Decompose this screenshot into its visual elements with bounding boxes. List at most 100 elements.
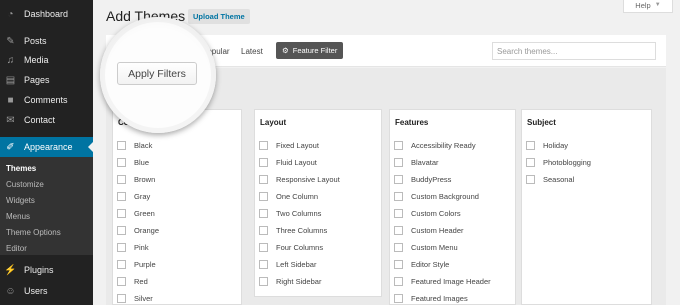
checkbox[interactable]: [259, 175, 268, 184]
filter-group-colors: Colors Black Blue Brown Gray Green Orang…: [112, 109, 242, 305]
filter-option[interactable]: Two Columns: [259, 209, 321, 218]
checkbox[interactable]: [394, 294, 403, 303]
sidebar-item-contact[interactable]: ✉ Contact: [0, 110, 93, 130]
tab-latest[interactable]: Latest: [241, 47, 263, 56]
group-title: Features: [395, 118, 429, 127]
filter-option[interactable]: Blue: [117, 158, 149, 167]
sidebar-item-pages[interactable]: ▤ Pages: [0, 70, 93, 90]
filter-option[interactable]: Right Sidebar: [259, 277, 321, 286]
checkbox[interactable]: [394, 175, 403, 184]
checkbox[interactable]: [117, 192, 126, 201]
sidebar-item-label: Media: [24, 55, 49, 65]
checkbox[interactable]: [394, 209, 403, 218]
filter-option[interactable]: Custom Background: [394, 192, 479, 201]
dashboard-icon: ◔: [7, 8, 14, 20]
apply-filters-button[interactable]: Apply Filters: [117, 62, 197, 85]
checkbox[interactable]: [117, 243, 126, 252]
checkbox[interactable]: [259, 226, 268, 235]
filter-option[interactable]: BuddyPress: [394, 175, 451, 184]
filter-option[interactable]: Featured Image Header: [394, 277, 491, 286]
checkbox[interactable]: [394, 192, 403, 201]
filter-option[interactable]: Pink: [117, 243, 149, 252]
checkbox[interactable]: [117, 175, 126, 184]
filter-option[interactable]: Custom Menu: [394, 243, 458, 252]
filter-option[interactable]: Accessibility Ready: [394, 141, 476, 150]
checkbox[interactable]: [394, 141, 403, 150]
upload-theme-button[interactable]: Upload Theme: [188, 9, 250, 24]
checkbox[interactable]: [394, 243, 403, 252]
filter-option[interactable]: Custom Colors: [394, 209, 461, 218]
checkbox[interactable]: [117, 141, 126, 150]
option-label: Blue: [134, 158, 150, 167]
checkbox[interactable]: [394, 277, 403, 286]
checkbox[interactable]: [117, 209, 126, 218]
submenu-item-widgets[interactable]: Widgets: [6, 196, 35, 205]
sidebar-item-appearance[interactable]: ✐ Appearance: [0, 137, 94, 157]
checkbox[interactable]: [117, 277, 126, 286]
filter-option[interactable]: Responsive Layout: [259, 175, 340, 184]
filter-option[interactable]: Photoblogging: [526, 158, 591, 167]
sidebar-item-comments[interactable]: ■ Comments: [0, 90, 93, 110]
filter-option[interactable]: Green: [117, 209, 155, 218]
magnifier-callout: Apply Filters: [100, 17, 216, 133]
filter-group-features: Features Accessibility Ready Blavatar Bu…: [389, 109, 516, 305]
feature-filter-button[interactable]: ⚙ Feature Filter: [276, 42, 344, 59]
submenu-item-menus[interactable]: Menus: [6, 212, 30, 221]
checkbox[interactable]: [259, 158, 268, 167]
checkbox[interactable]: [117, 294, 126, 303]
filter-option[interactable]: Three Columns: [259, 226, 327, 235]
checkbox[interactable]: [259, 209, 268, 218]
filter-option[interactable]: Four Columns: [259, 243, 323, 252]
checkbox[interactable]: [117, 226, 126, 235]
filter-option[interactable]: Fixed Layout: [259, 141, 319, 150]
filter-option[interactable]: Editor Style: [394, 260, 449, 269]
filter-option[interactable]: Purple: [117, 260, 156, 269]
checkbox[interactable]: [526, 141, 535, 150]
filter-option[interactable]: Seasonal: [526, 175, 574, 184]
checkbox[interactable]: [259, 141, 268, 150]
filter-option[interactable]: Left Sidebar: [259, 260, 316, 269]
checkbox[interactable]: [259, 260, 268, 269]
filter-option[interactable]: Featured Images: [394, 294, 468, 303]
option-label: Fixed Layout: [276, 141, 319, 150]
option-label: Left Sidebar: [276, 260, 317, 269]
checkbox[interactable]: [394, 226, 403, 235]
filter-option[interactable]: Silver: [117, 294, 153, 303]
option-label: Custom Background: [411, 192, 479, 201]
submenu-item-editor[interactable]: Editor: [6, 244, 27, 253]
checkbox[interactable]: [259, 277, 268, 286]
checkbox[interactable]: [526, 175, 535, 184]
filter-option[interactable]: One Column: [259, 192, 318, 201]
search-input[interactable]: Search themes...: [492, 42, 656, 60]
filter-option[interactable]: Brown: [117, 175, 155, 184]
sidebar-item-media[interactable]: ♫ Media: [0, 50, 93, 70]
plug-icon: ⚡: [4, 264, 17, 276]
sidebar-item-plugins[interactable]: ⚡ Plugins: [0, 260, 93, 280]
submenu-item-themes[interactable]: Themes: [6, 164, 36, 173]
filter-option[interactable]: Holiday: [526, 141, 568, 150]
sidebar-item-posts[interactable]: ✎ Posts: [0, 31, 93, 51]
checkbox[interactable]: [259, 192, 268, 201]
checkbox[interactable]: [394, 260, 403, 269]
filter-option[interactable]: Fluid Layout: [259, 158, 317, 167]
checkbox[interactable]: [259, 243, 268, 252]
submenu-item-customize[interactable]: Customize: [6, 180, 44, 189]
option-label: Pink: [134, 243, 149, 252]
filter-option[interactable]: Blavatar: [394, 158, 439, 167]
checkbox[interactable]: [526, 158, 535, 167]
sidebar-item-users[interactable]: ☺ Users: [0, 281, 93, 301]
filter-option[interactable]: Custom Header: [394, 226, 464, 235]
filter-option[interactable]: Black: [117, 141, 152, 150]
option-label: Holiday: [543, 141, 569, 150]
checkbox[interactable]: [117, 260, 126, 269]
filter-option[interactable]: Gray: [117, 192, 150, 201]
submenu-item-theme-options[interactable]: Theme Options: [6, 228, 61, 237]
appearance-submenu: Themes Customize Widgets Menus Theme Opt…: [0, 157, 93, 255]
help-tab[interactable]: Help ▼: [623, 0, 673, 13]
sidebar-item-dashboard[interactable]: ◔ Dashboard: [0, 4, 93, 24]
checkbox[interactable]: [394, 158, 403, 167]
filter-option[interactable]: Orange: [117, 226, 159, 235]
filter-option[interactable]: Red: [117, 277, 148, 286]
option-label: Accessibility Ready: [411, 141, 476, 150]
checkbox[interactable]: [117, 158, 126, 167]
